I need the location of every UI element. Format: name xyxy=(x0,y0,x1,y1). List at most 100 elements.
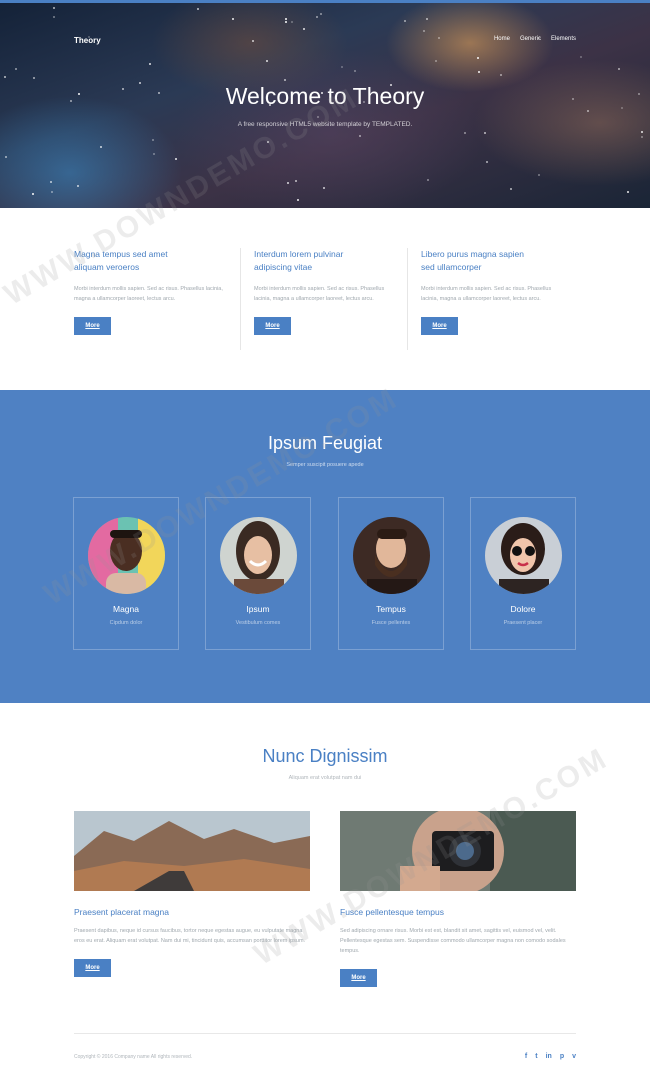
star-dot xyxy=(197,8,199,10)
member-name: Ipsum xyxy=(246,604,270,614)
star-dot xyxy=(618,68,620,70)
star-dot xyxy=(291,21,293,23)
more-button[interactable]: More xyxy=(340,969,377,987)
star-dot xyxy=(427,179,429,181)
star-dot xyxy=(287,182,289,184)
more-button[interactable]: More xyxy=(74,959,111,977)
star-dot xyxy=(587,110,589,112)
star-dot xyxy=(404,20,406,22)
star-dot xyxy=(627,191,629,193)
star-dot xyxy=(323,187,325,189)
star-dot xyxy=(285,18,287,20)
star-dot xyxy=(477,57,479,59)
team-card[interactable]: Dolore Praesent placer xyxy=(470,497,576,650)
article-card: Praesent placerat magna Praesent dapibus… xyxy=(74,811,310,977)
nav-elements[interactable]: Elements xyxy=(551,36,576,42)
team-title: Ipsum Feugiat xyxy=(267,433,383,453)
star-dot xyxy=(316,16,318,18)
star-dot xyxy=(5,156,7,158)
twitter-icon[interactable]: t xyxy=(535,1053,537,1060)
feature-text: Morbi interdum mollis sapien. Sed ac ris… xyxy=(254,286,385,302)
star-dot xyxy=(320,13,322,15)
copyright-text: Copyright © 2016 Company name All rights… xyxy=(74,1054,193,1060)
feature-item: Interdum lorem pulvinar adipiscing vitae… xyxy=(241,248,408,358)
member-role: Vestibulum comes xyxy=(235,620,281,626)
member-role: Cipdum dolor xyxy=(109,620,143,626)
star-dot xyxy=(486,161,488,163)
avatar xyxy=(353,517,430,594)
star-dot xyxy=(580,56,582,58)
mountain-road-image[interactable] xyxy=(74,811,310,891)
star-dot xyxy=(435,60,437,62)
member-role: Fusce pellentes xyxy=(371,620,411,626)
nav-home[interactable]: Home xyxy=(494,36,510,42)
star-dot xyxy=(266,60,268,62)
feature-text: Morbi interdum mollis sapien. Sed ac ris… xyxy=(421,286,552,302)
star-dot xyxy=(295,180,297,182)
team-card[interactable]: Magna Cipdum dolor xyxy=(73,497,179,650)
avatar xyxy=(485,517,562,594)
star-dot xyxy=(297,199,299,201)
feature-title: Interdum lorem pulvinar adipiscing vitae xyxy=(254,249,344,272)
star-dot xyxy=(641,136,643,138)
member-name: Tempus xyxy=(376,604,406,614)
star-dot xyxy=(284,79,286,81)
avatar xyxy=(88,517,165,594)
more-button[interactable]: More xyxy=(74,317,111,335)
nav-generic[interactable]: Generic xyxy=(520,36,541,42)
team-card[interactable]: Ipsum Vestibulum comes xyxy=(205,497,311,650)
star-dot xyxy=(303,28,305,30)
main-nav: Home Generic Elements xyxy=(494,36,576,42)
article-card: Fusce pellentesque tempus Sed adipiscing… xyxy=(340,811,576,987)
avatar xyxy=(220,517,297,594)
star-dot xyxy=(152,139,154,141)
star-dot xyxy=(77,185,79,187)
star-dot xyxy=(478,71,480,73)
star-dot xyxy=(33,77,35,79)
article-title[interactable]: Praesent placerat magna xyxy=(74,907,310,917)
pinterest-icon[interactable]: p xyxy=(560,1053,564,1060)
photographer-image[interactable] xyxy=(340,811,576,891)
star-dot xyxy=(426,18,428,20)
feature-title: Magna tempus sed amet aliquam veroeros xyxy=(74,249,168,272)
star-dot xyxy=(53,7,55,9)
site-logo[interactable]: Theory xyxy=(74,36,101,45)
feature-title: Libero purus magna sapien sed ullamcorpe… xyxy=(421,249,525,272)
feature-text: Morbi interdum mollis sapien. Sed ac ris… xyxy=(74,286,223,302)
articles-subtitle: Aliquam erat volutpat nam dui xyxy=(288,775,362,781)
footer-divider xyxy=(74,1033,576,1034)
linkedin-icon[interactable]: in xyxy=(546,1053,552,1060)
more-button[interactable]: More xyxy=(421,317,458,335)
star-dot xyxy=(252,40,254,42)
star-dot xyxy=(354,70,356,72)
more-button[interactable]: More xyxy=(254,317,291,335)
star-dot xyxy=(510,188,512,190)
hero-banner: Theory Home Generic Elements Welcome to … xyxy=(0,3,650,208)
facebook-icon[interactable]: f xyxy=(525,1053,527,1060)
star-dot xyxy=(149,63,151,65)
feature-item: Magna tempus sed amet aliquam veroeros M… xyxy=(74,248,241,358)
star-dot xyxy=(51,191,53,193)
article-title[interactable]: Fusce pellentesque tempus xyxy=(340,907,576,917)
feature-item: Libero purus magna sapien sed ullamcorpe… xyxy=(408,248,575,358)
social-links: f t in p v xyxy=(525,1053,576,1060)
star-dot xyxy=(175,158,177,160)
team-card[interactable]: Tempus Fusce pellentes xyxy=(338,497,444,650)
article-text: Praesent dapibus, neque id cursus faucib… xyxy=(74,928,306,944)
star-dot xyxy=(438,37,440,39)
star-dot xyxy=(423,30,425,32)
team-subtitle: Semper suscipit posuere apede xyxy=(286,462,364,468)
star-dot xyxy=(232,18,234,20)
articles-title: Nunc Dignissim xyxy=(262,746,388,766)
star-dot xyxy=(641,131,643,133)
hero-subtitle: A free responsive HTML5 website template… xyxy=(237,121,413,128)
star-dot xyxy=(153,153,155,155)
team-section: Ipsum Feugiat Semper suscipit posuere ap… xyxy=(0,390,650,703)
star-dot xyxy=(100,146,102,148)
star-dot xyxy=(464,132,466,134)
star-dot xyxy=(4,76,6,78)
member-name: Dolore xyxy=(510,604,536,614)
star-dot xyxy=(359,135,361,137)
star-dot xyxy=(500,74,502,76)
vimeo-icon[interactable]: v xyxy=(572,1053,576,1060)
